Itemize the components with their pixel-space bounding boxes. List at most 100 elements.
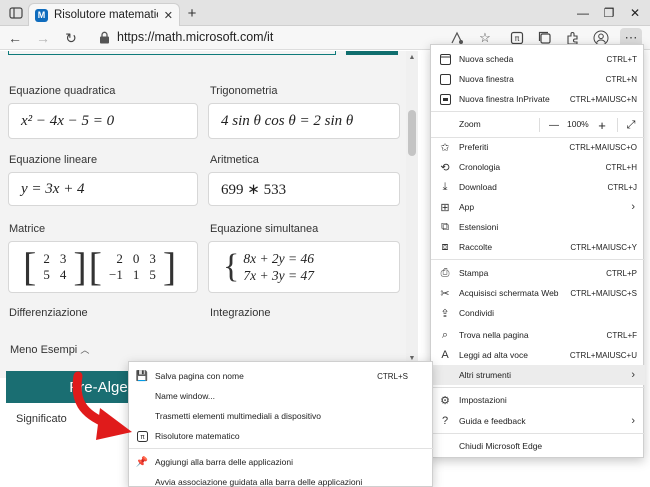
zoom-value: 100% [567, 119, 589, 129]
fewer-examples-toggle[interactable]: Meno Esempi ︿ [10, 343, 89, 356]
matrix-bracket-left: [ [23, 244, 37, 289]
chevron-right-icon: › [631, 201, 635, 213]
example-label-integration: Integrazione [210, 307, 271, 319]
address-bar-url[interactable]: https://math.microsoft.com/it [117, 30, 273, 44]
search-box-edge[interactable] [8, 51, 336, 55]
menu-item-web-capture[interactable]: ✂ Acquisisci schermata Web CTRL+MAIUSC+S [431, 283, 645, 303]
menu-item-new-window[interactable]: Nuova finestra CTRL+N [431, 69, 645, 89]
simultaneous-eq-2: 7x + 3y = 47 [243, 268, 315, 283]
example-label-linear: Equazione lineare [9, 154, 98, 166]
example-label-matrix: Matrice [9, 223, 46, 235]
menu-separator [431, 111, 645, 112]
linear-expression: y = 3x + 4 [21, 180, 85, 197]
menu-item-new-tab[interactable]: Nuova scheda CTRL+T [431, 49, 645, 69]
refresh-icon[interactable]: ↻ [60, 28, 82, 48]
new-tab-icon [431, 53, 459, 65]
menu-zoom-row: Zoom — 100% + ⤢ [431, 115, 645, 135]
menu-item-more-tools[interactable]: Altri strumenti › [431, 365, 645, 385]
zoom-in-button[interactable]: + [591, 115, 613, 135]
example-trigonometry[interactable]: 4 sin θ cos θ = 2 sin θ [208, 103, 400, 139]
menu-separator [431, 259, 645, 260]
submenu-item-save-page[interactable]: 💾 Salva pagina con nome CTRL+S [129, 366, 434, 386]
menu-item-read-aloud[interactable]: A Leggi ad alta voce CTRL+MAIUSC+U [431, 345, 645, 365]
zoom-divider [617, 118, 618, 132]
solve-button-edge[interactable] [346, 51, 398, 55]
menu-item-collections[interactable]: ⧈ Raccolte CTRL+MAIUSC+Y [431, 237, 645, 257]
close-tab-icon[interactable]: ✕ [164, 9, 173, 22]
favorites-icon: ✩ [440, 141, 450, 154]
example-label-quadratic: Equazione quadratica [9, 85, 116, 97]
fewer-examples-label: Meno Esempi [10, 344, 78, 356]
back-icon[interactable]: ← [4, 28, 26, 48]
lock-icon [100, 31, 109, 44]
menu-item-help-feedback[interactable]: ? Guida e feedback › [431, 411, 645, 431]
example-label-simultaneous: Equazione simultanea [210, 223, 319, 235]
menu-item-print[interactable]: ⎙ Stampa CTRL+P [431, 263, 645, 283]
example-linear[interactable]: y = 3x + 4 [8, 172, 198, 206]
math-solver-favicon: M [35, 8, 48, 22]
menu-item-history[interactable]: ⟲ Cronologia CTRL+H [431, 157, 645, 177]
fullscreen-icon[interactable]: ⤢ [621, 115, 641, 135]
forward-icon[interactable]: → [32, 28, 54, 48]
arithmetic-expression: 699 ∗ 533 [221, 181, 287, 198]
menu-item-downloads[interactable]: ⤓ Download CTRL+J [431, 177, 645, 197]
svg-text:π: π [515, 34, 520, 43]
example-quadratic[interactable]: x² − 4x − 5 = 0 [8, 103, 198, 139]
trigonometry-expression: 4 sin θ cos θ = 2 sin θ [221, 112, 354, 129]
menu-item-share[interactable]: ⇪ Condividi [431, 303, 645, 323]
example-label-differentiation: Differenziazione [9, 307, 88, 319]
svg-text:π: π [140, 433, 145, 441]
menu-item-settings[interactable]: ⚙ Impostazioni [431, 390, 645, 410]
example-matrix[interactable]: [ 23 54 ] [ 203 −1 1 5 ] [8, 241, 198, 293]
matrix-b: 203 −1 1 5 [108, 251, 156, 282]
browser-settings-menu: Nuova scheda CTRL+T Nuova finestra CTRL+N … [430, 44, 645, 458]
browser-tab[interactable]: M Risolutore matematico Microsoft ✕ [28, 3, 180, 26]
more-tools-submenu: 💾 Salva pagina con nome CTRL+S Name windo… [128, 361, 434, 487]
web-capture-icon: ✂ [440, 287, 450, 300]
red-arrow-annotation [72, 371, 132, 440]
menu-separator [431, 433, 645, 434]
print-icon: ⎙ [440, 266, 450, 279]
new-window-icon [431, 73, 459, 85]
matrix-a: 23 54 [43, 251, 67, 282]
menu-item-apps[interactable]: ⊞ App › [431, 197, 645, 217]
share-icon: ⇪ [440, 307, 450, 320]
scrollbar-thumb[interactable] [408, 110, 416, 156]
example-arithmetic[interactable]: 699 ∗ 533 [208, 172, 400, 206]
close-window-button[interactable]: ✕ [622, 0, 648, 26]
submenu-item-name-window[interactable]: Name window... [129, 386, 434, 406]
history-icon: ⟲ [440, 161, 450, 174]
maximize-button[interactable]: ❐ [596, 0, 622, 26]
new-tab-button[interactable]: + [182, 4, 202, 22]
submenu-separator [129, 448, 434, 449]
menu-item-find[interactable]: ⌕ Trova nella pagina CTRL+F [431, 325, 645, 345]
submenu-item-cast-media[interactable]: Trasmetti elementi multimediali a dispos… [129, 406, 434, 426]
menu-separator [431, 387, 645, 388]
simultaneous-eq-1: 8x + 2y = 46 [243, 251, 315, 266]
chevron-right-icon: › [631, 415, 635, 427]
download-icon: ⤓ [442, 180, 448, 193]
inprivate-icon [431, 93, 459, 105]
quadratic-expression: x² − 4x − 5 = 0 [21, 112, 115, 129]
scroll-up-arrow-icon[interactable]: ▲ [406, 51, 418, 63]
read-aloud-icon: A [441, 349, 449, 361]
pin-icon: 📌 [135, 456, 149, 468]
page-scrollbar[interactable] [406, 51, 418, 364]
menu-item-extensions[interactable]: ⧉ Estensioni [431, 217, 645, 237]
tab-title: Risolutore matematico Microsoft [54, 9, 158, 21]
chevron-right-icon: › [631, 369, 635, 381]
menu-item-favorites[interactable]: ✩ Preferiti CTRL+MAIUSC+O [431, 137, 645, 157]
submenu-item-pin-taskbar[interactable]: 📌 Aggiungi alla barra delle applicazioni [129, 452, 434, 472]
extensions-icon: ⧉ [441, 220, 449, 233]
minimize-button[interactable]: — [570, 0, 596, 26]
submenu-item-math-solver[interactable]: π Risolutore matematico [129, 426, 434, 446]
menu-item-inprivate[interactable]: Nuova finestra InPrivate CTRL+MAIUSC+N [431, 89, 645, 109]
tab-actions-icon[interactable] [6, 4, 26, 22]
zoom-out-button[interactable]: — [543, 115, 565, 135]
menu-item-close-edge[interactable]: Chiudi Microsoft Edge [431, 436, 645, 456]
chevron-up-icon: ︿ [80, 345, 90, 355]
settings-icon: ⚙ [440, 394, 450, 407]
submenu-item-pin-wizard[interactable]: Avvia associazione guidata alla barra de… [129, 472, 434, 487]
title-bar: M Risolutore matematico Microsoft ✕ + — … [0, 0, 650, 26]
example-simultaneous[interactable]: { 8x + 2y = 46 7x + 3y = 47 [208, 241, 400, 293]
